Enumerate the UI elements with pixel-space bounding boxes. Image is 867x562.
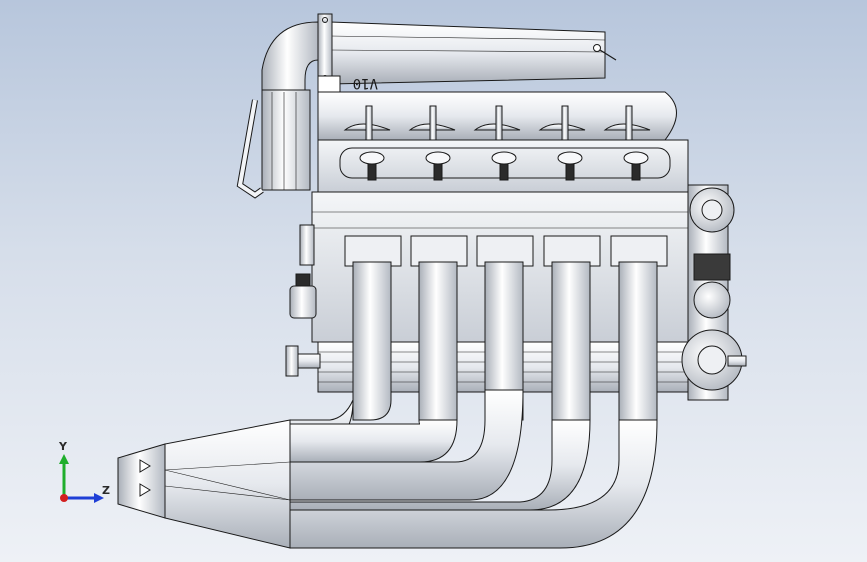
triad-y-label: Y	[59, 440, 67, 453]
engine-model[interactable]: V10	[0, 0, 867, 562]
exhaust-collector[interactable]	[117, 419, 291, 549]
triad-z-label: Z	[102, 484, 110, 497]
exhaust-bends[interactable]	[289, 389, 658, 549]
graphics-viewport[interactable]: V10 Y Z	[0, 0, 867, 562]
engine-assembly[interactable]: V10	[117, 13, 747, 549]
cover-text: V10	[353, 75, 378, 91]
front-pulleys[interactable]	[681, 184, 747, 401]
orientation-triad: Y Z	[50, 440, 120, 510]
intake-plenum[interactable]	[317, 13, 617, 85]
cylinder-head[interactable]	[317, 139, 689, 193]
intake-elbow[interactable]	[236, 21, 319, 199]
rear-hub[interactable]	[285, 345, 321, 377]
